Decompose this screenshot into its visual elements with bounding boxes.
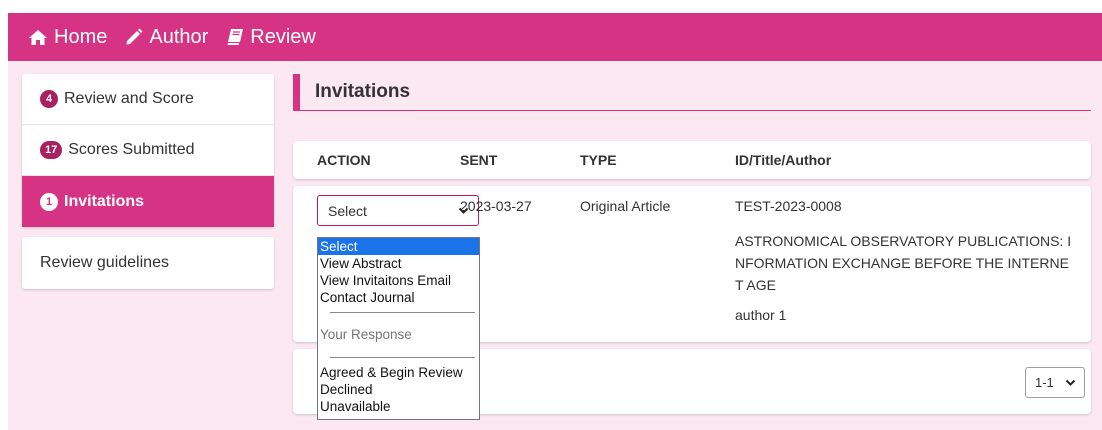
sidebar-item-invitations[interactable]: 1 Invitations [22,176,274,227]
sidebar-item-label: Review and Score [64,90,194,107]
main-content: Invitations ACTION SENT TYPE ID/Title/Au… [293,74,1091,414]
option-agreed-begin-review[interactable]: Agreed & Begin Review [318,364,479,381]
sidebar-item-scores-submitted[interactable]: 17 Scores Submitted [22,125,274,176]
article-title-line: NFORMATION EXCHANGE BEFORE THE INTERNE [735,255,1069,271]
nav-author[interactable]: Author [125,26,208,49]
column-header-action: ACTION [317,152,371,168]
option-group-your-response: Your Response [320,327,412,342]
nav-home[interactable]: Home [28,26,107,49]
option-declined[interactable]: Declined [318,381,479,398]
column-header-type: TYPE [580,152,617,168]
option-divider [330,312,475,313]
article-title-line: ASTRONOMICAL OBSERVATORY PUBLICATIONS: I [735,233,1072,249]
sidebar-menu: 4 Review and Score 17 Scores Submitted 1… [22,74,274,227]
count-badge: 4 [40,90,58,108]
article-title: ASTRONOMICAL OBSERVATORY PUBLICATIONS: I… [735,230,1085,296]
option-contact-journal[interactable]: Contact Journal [318,289,479,306]
sidebar: 4 Review and Score 17 Scores Submitted 1… [22,74,274,289]
count-badge: 1 [40,192,58,211]
sidebar-item-review-and-score[interactable]: 4 Review and Score [22,74,274,125]
sent-date: 2023-03-27 [460,198,532,214]
book-icon [227,29,244,45]
sidebar-item-label: Scores Submitted [68,141,195,158]
page-size-value: 1-1 [1035,375,1054,390]
article-id: TEST-2023-0008 [735,198,842,214]
page-title: Invitations [293,74,1091,111]
option-select[interactable]: Select [318,238,479,255]
option-view-abstract[interactable]: View Abstract [318,255,479,272]
sidebar-item-review-guidelines[interactable]: Review guidelines [22,237,274,289]
sidebar-item-label: Invitations [64,192,145,210]
action-select-value: Select [328,202,367,219]
page-size-select[interactable]: 1-1 [1025,367,1085,398]
nav-review[interactable]: Review [226,26,316,49]
article-author: author 1 [735,307,787,323]
nav-review-label: Review [250,25,316,48]
sidebar-item-label: Review guidelines [40,254,169,271]
app-frame: Home Author Review 4 Review and Score 17… [8,13,1102,430]
column-header-sent: SENT [460,152,498,168]
count-badge: 17 [40,141,63,159]
column-header-id-title-author: ID/Title/Author [735,152,832,168]
option-view-invitations-email[interactable]: View Invitaitons Email [318,272,479,289]
chevron-down-icon [1065,379,1076,386]
pencil-icon [126,28,143,45]
top-nav: Home Author Review [8,13,1102,61]
article-title-line: T AGE [735,277,776,293]
nav-home-label: Home [54,25,108,48]
action-select[interactable]: Select [317,195,479,226]
table-header: ACTION SENT TYPE ID/Title/Author [293,141,1091,179]
nav-author-label: Author [149,25,209,48]
action-dropdown-list: Select View Abstract View Invitaitons Em… [317,237,480,420]
article-type: Original Article [580,198,671,214]
sidebar-guidelines-box: Review guidelines [22,237,274,289]
home-icon [29,29,47,45]
option-divider [330,357,475,358]
option-unavailable[interactable]: Unavailable [318,398,479,415]
